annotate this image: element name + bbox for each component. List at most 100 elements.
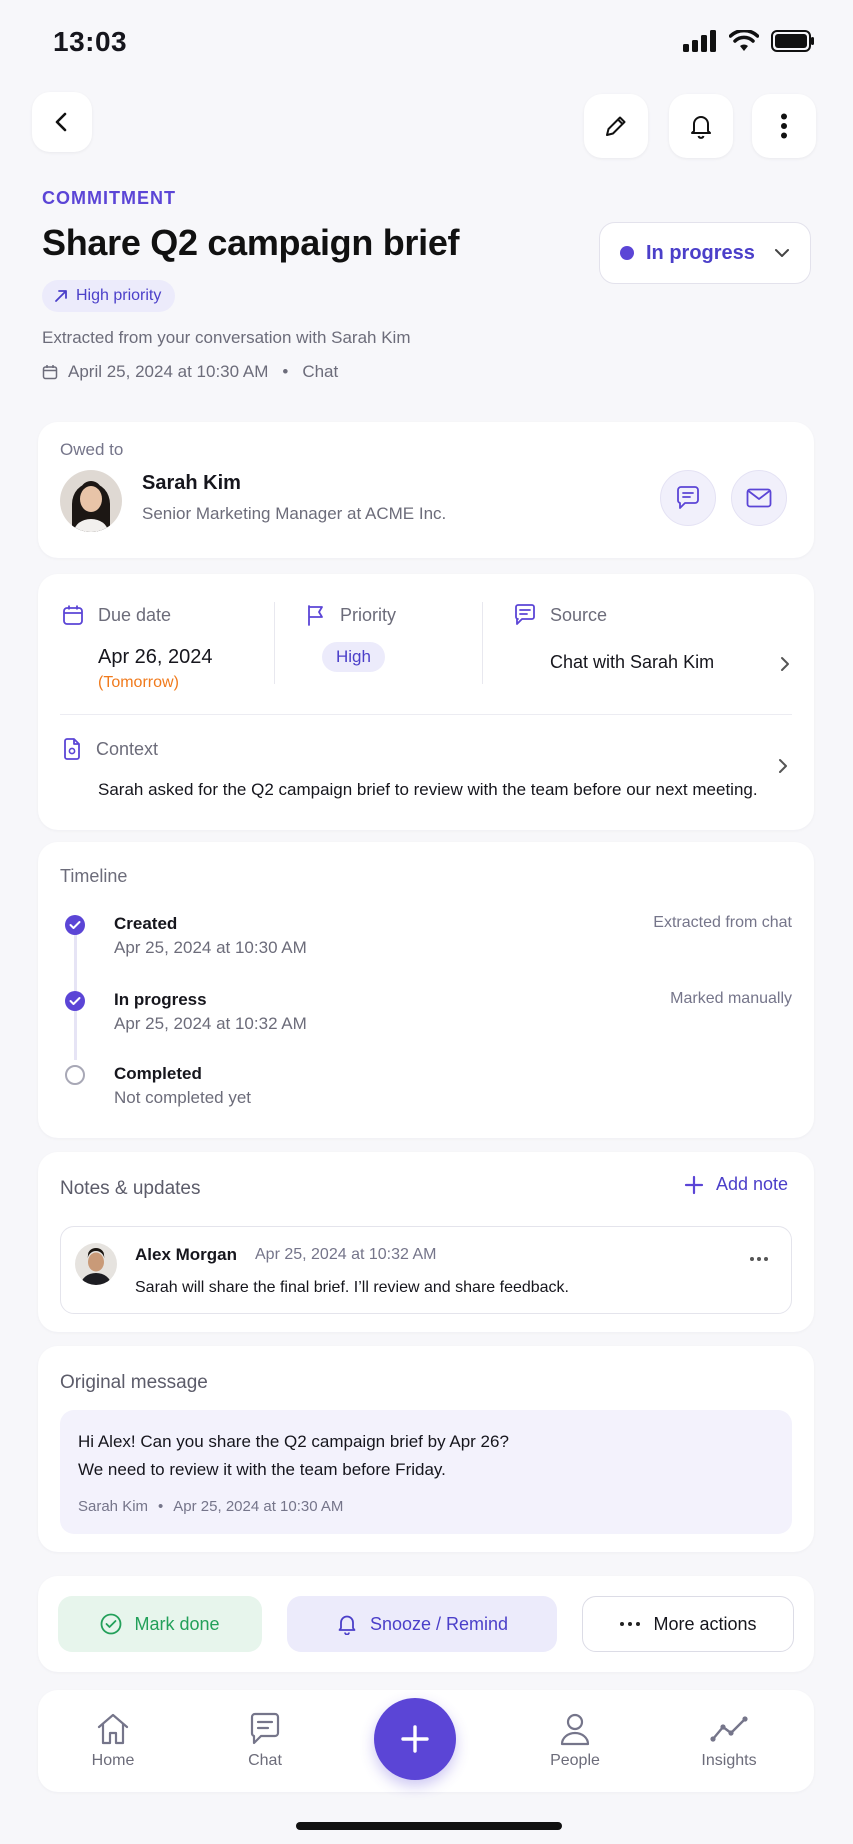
timeline-card: Timeline Created Apr 25, 2024 at 10:30 A…	[38, 842, 814, 1138]
priority-chip-label: High priority	[76, 287, 162, 304]
note-more-button[interactable]	[745, 1245, 773, 1271]
more-options-button[interactable]	[752, 94, 816, 158]
add-note-button[interactable]: Add note	[684, 1174, 788, 1195]
chat-bubble-icon	[677, 486, 699, 509]
mail-icon	[746, 488, 772, 508]
context-label: Context	[96, 738, 159, 759]
notes-card: Notes & updates Add note Alex Morgan Apr…	[38, 1152, 814, 1332]
extraction-note: Extracted from your conversation with Sa…	[42, 328, 411, 347]
original-time: Apr 25, 2024 at 10:30 AM	[173, 1498, 344, 1515]
timeline-item: In progress Apr 25, 2024 at 10:32 AM Mar…	[38, 986, 814, 1046]
check-circle-icon	[65, 915, 85, 935]
original-title: Original message	[60, 1372, 208, 1393]
status-dropdown[interactable]: In progress	[599, 222, 811, 284]
avatar	[60, 470, 122, 532]
wifi-icon	[729, 30, 759, 51]
original-message-bubble: Hi Alex! Can you share the Q2 campaign b…	[60, 1410, 792, 1534]
page-title: Share Q2 campaign brief	[42, 222, 460, 263]
chat-bubble-icon	[515, 604, 535, 625]
timeline-item: Created Apr 25, 2024 at 10:30 AM Extract…	[38, 910, 814, 970]
original-meta: Sarah Kim • Apr 25, 2024 at 10:30 AM	[78, 1498, 343, 1515]
reminder-button[interactable]	[669, 94, 733, 158]
timeline-item-title: Created	[114, 914, 178, 933]
timeline-item-time: Apr 25, 2024 at 10:30 AM	[114, 938, 307, 957]
signal-icon	[683, 30, 716, 52]
snooze-button[interactable]: Snooze / Remind	[287, 1596, 557, 1652]
check-circle-icon	[101, 1613, 122, 1635]
timeline-item: Completed Not completed yet	[38, 1060, 814, 1120]
source-header: Source	[514, 604, 607, 626]
timeline-item-time: Apr 25, 2024 at 10:32 AM	[114, 1014, 307, 1033]
contact-role: Senior Marketing Manager at ACME Inc.	[142, 504, 447, 523]
empty-circle-icon	[65, 1065, 85, 1085]
timeline-item-title: In progress	[114, 990, 207, 1009]
meta-source-type: Chat	[302, 362, 339, 381]
action-bar: Mark done Snooze / Remind More actions	[38, 1576, 814, 1672]
context-row[interactable]: Context Sarah asked for the Q2 campaign …	[38, 718, 814, 828]
chevron-down-icon	[775, 249, 789, 257]
priority-header: Priority	[306, 604, 396, 626]
person-avatar-image	[75, 1243, 117, 1285]
timeline-item-note: Marked manually	[670, 990, 792, 1007]
timeline-item-title: Completed	[114, 1064, 202, 1083]
meta-date: April 25, 2024 at 10:30 AM	[68, 362, 269, 381]
kebab-icon	[781, 113, 787, 139]
meta-date-row: April 25, 2024 at 10:30 AM • Chat	[42, 362, 338, 382]
more-actions-button[interactable]: More actions	[582, 1596, 794, 1652]
avatar	[75, 1243, 117, 1285]
timeline-title: Timeline	[60, 866, 128, 886]
timeline-item-note: Extracted from chat	[653, 914, 792, 931]
bell-icon	[338, 1615, 356, 1635]
original-message-card: Original message Hi Alex! Can you share …	[38, 1346, 814, 1552]
source-link[interactable]: Chat with Sarah Kim	[482, 638, 814, 688]
document-icon	[64, 738, 80, 760]
source-label: Source	[550, 604, 608, 625]
contact-name: Sarah Kim	[142, 472, 241, 494]
chevron-left-icon	[55, 112, 67, 132]
note-time: Apr 25, 2024 at 10:32 AM	[255, 1246, 437, 1263]
back-button[interactable]	[32, 92, 92, 152]
edit-button[interactable]	[584, 94, 648, 158]
note-text: Sarah will share the final brief. I’ll r…	[135, 1279, 569, 1296]
eyebrow-label: COMMITMENT	[42, 188, 176, 208]
nav-chat-label: Chat	[248, 1752, 282, 1769]
note-author: Alex Morgan	[135, 1245, 238, 1264]
more-actions-label: More actions	[653, 1613, 757, 1634]
calendar-icon	[63, 605, 83, 625]
bottom-nav: Home Chat People Insights	[38, 1690, 814, 1792]
battery-icon	[771, 30, 814, 52]
chat-icon	[250, 1712, 280, 1745]
nav-chat[interactable]: Chat	[210, 1712, 320, 1770]
original-line-2: We need to review it with the team befor…	[78, 1460, 446, 1479]
ellipsis-icon	[750, 1257, 768, 1261]
divider	[274, 602, 275, 684]
message-contact-button[interactable]	[660, 470, 716, 526]
plus-icon	[401, 1725, 429, 1753]
nav-people[interactable]: People	[520, 1712, 630, 1770]
due-date-header: Due date	[62, 604, 171, 626]
home-icon	[97, 1713, 129, 1745]
create-button[interactable]	[374, 1698, 456, 1780]
chevron-right-icon	[779, 759, 787, 773]
chevron-right-icon	[781, 657, 789, 671]
email-contact-button[interactable]	[731, 470, 787, 526]
nav-insights[interactable]: Insights	[674, 1712, 784, 1770]
priority-badge: High	[322, 642, 385, 672]
original-line-1: Hi Alex! Can you share the Q2 campaign b…	[78, 1432, 509, 1451]
mark-done-button[interactable]: Mark done	[58, 1596, 262, 1652]
check-circle-icon	[65, 991, 85, 1011]
nav-home[interactable]: Home	[58, 1712, 168, 1770]
calendar-icon	[42, 365, 58, 380]
snooze-label: Snooze / Remind	[369, 1613, 509, 1634]
details-card: Due date Apr 26, 2024 (Tomorrow) Priorit…	[38, 574, 814, 830]
notes-title: Notes & updates	[60, 1178, 201, 1199]
context-header: Context	[62, 738, 158, 760]
arrow-up-right-icon	[55, 290, 67, 302]
status-value: In progress	[646, 241, 755, 264]
home-indicator[interactable]	[296, 1822, 562, 1830]
divider	[60, 714, 792, 715]
pencil-icon	[606, 116, 626, 136]
original-sender: Sarah Kim	[78, 1498, 149, 1515]
original-separator: •	[158, 1498, 164, 1515]
status-dot-icon	[620, 246, 634, 260]
